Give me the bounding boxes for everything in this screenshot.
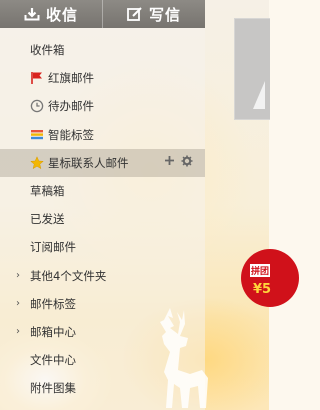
folder-sent-label: 已发送	[30, 212, 65, 227]
flag-icon	[30, 71, 44, 85]
promo-badge-price: ¥5	[253, 282, 272, 297]
download-icon	[24, 7, 40, 21]
deer-illustration	[160, 308, 208, 408]
folder-smart-tags[interactable]: 智能标签	[0, 121, 205, 149]
folder-flagged-label: 红旗邮件	[48, 71, 94, 86]
folder-smart-tags-label: 智能标签	[48, 127, 94, 142]
folder-file-center-label: 文件中心	[30, 353, 76, 368]
promo-badge[interactable]: 拼团 ¥5	[241, 249, 299, 307]
folder-other[interactable]: › 其他4个文件夹	[0, 262, 205, 290]
folder-flagged[interactable]: 红旗邮件	[0, 64, 205, 92]
folder-mailbox-center-label: 邮箱中心	[30, 324, 76, 339]
chevron-right-icon: ›	[16, 325, 20, 337]
compose-icon	[127, 7, 143, 21]
folder-todo[interactable]: 待办邮件	[0, 92, 205, 120]
folder-tools	[164, 155, 193, 171]
folder-drafts[interactable]: 草稿箱	[0, 177, 205, 205]
folder-todo-label: 待办邮件	[48, 99, 94, 114]
compose-label: 写信	[148, 5, 181, 24]
folder-sent[interactable]: 已发送	[0, 205, 205, 233]
chevron-right-icon: ›	[16, 269, 20, 281]
folder-drafts-label: 草稿箱	[30, 184, 65, 199]
plus-icon[interactable]	[164, 155, 175, 171]
clock-icon	[30, 99, 44, 113]
star-icon	[30, 155, 44, 170]
top-toolbar: 收信 写信	[0, 0, 205, 28]
gear-icon[interactable]	[181, 155, 193, 171]
folder-starred-contacts[interactable]: 星标联系人邮件	[0, 148, 205, 177]
receive-mail-label: 收信	[45, 5, 78, 24]
folder-attachments-label: 附件图集	[30, 381, 76, 396]
promo-badge-text: 拼团	[250, 264, 271, 277]
folder-subscriptions[interactable]: 订阅邮件	[0, 233, 205, 261]
compose-button[interactable]: 写信	[102, 0, 205, 28]
receive-mail-button[interactable]: 收信	[0, 0, 102, 28]
folder-starred-contacts-label: 星标联系人邮件	[48, 155, 129, 170]
preview-thumbnail	[234, 18, 270, 120]
folder-subscriptions-label: 订阅邮件	[30, 240, 76, 255]
folder-mail-tags-label: 邮件标签	[30, 296, 76, 311]
folder-inbox-label: 收件箱	[30, 43, 65, 58]
folder-inbox[interactable]: 收件箱	[0, 36, 205, 64]
preview-shape	[253, 81, 265, 109]
chevron-right-icon: ›	[16, 297, 20, 309]
tags-icon	[30, 128, 44, 142]
